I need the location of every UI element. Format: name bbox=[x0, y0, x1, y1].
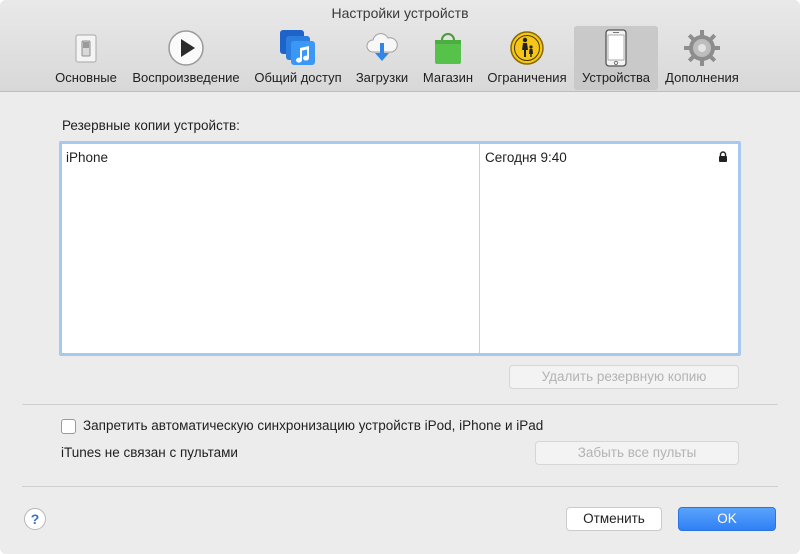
tab-devices[interactable]: Устройства bbox=[574, 26, 658, 90]
tab-label: Ограничения bbox=[487, 70, 567, 85]
tab-label: Воспроизведение bbox=[132, 70, 240, 85]
cloud-download-icon bbox=[362, 28, 402, 68]
backups-name-column bbox=[62, 144, 480, 353]
tab-advanced[interactable]: Дополнения bbox=[658, 26, 746, 90]
tab-label: Общий доступ bbox=[254, 70, 342, 85]
tab-downloads[interactable]: Загрузки bbox=[348, 26, 416, 90]
window-title: Настройки устройств bbox=[331, 5, 469, 21]
cancel-button[interactable]: Отменить bbox=[566, 507, 662, 531]
tab-label: Загрузки bbox=[355, 70, 409, 85]
backups-section-label: Резервные копии устройств: bbox=[62, 118, 240, 133]
tab-restrictions[interactable]: Ограничения bbox=[480, 26, 574, 90]
divider bbox=[22, 486, 778, 487]
backups-table[interactable]: iPhone Сегодня 9:40 bbox=[59, 141, 741, 356]
preferences-toolbar: Основные Воспроизведение Общий доступ За… bbox=[48, 26, 746, 90]
tab-label: Дополнения bbox=[665, 70, 739, 85]
tab-general[interactable]: Основные bbox=[48, 26, 124, 90]
forget-remotes-button[interactable]: Забыть все пульты bbox=[535, 441, 739, 465]
tab-playback[interactable]: Воспроизведение bbox=[124, 26, 248, 90]
help-button[interactable]: ? bbox=[24, 508, 46, 530]
remotes-status-label: iTunes не связан с пультами bbox=[61, 445, 238, 460]
play-icon bbox=[166, 28, 206, 68]
prevent-sync-label: Запретить автоматическую синхронизацию у… bbox=[83, 418, 544, 433]
prevent-sync-checkbox[interactable] bbox=[61, 419, 76, 434]
tab-sharing[interactable]: Общий доступ bbox=[248, 26, 348, 90]
bag-icon bbox=[428, 28, 468, 68]
divider bbox=[22, 404, 778, 405]
ok-button[interactable]: OK bbox=[678, 507, 776, 531]
backup-device-name: iPhone bbox=[66, 150, 109, 165]
switch-icon bbox=[66, 28, 106, 68]
backup-date: Сегодня 9:40 bbox=[485, 150, 567, 165]
lock-icon bbox=[718, 150, 728, 165]
tab-label: Основные bbox=[55, 70, 117, 85]
iphone-icon bbox=[596, 28, 636, 68]
parental-icon bbox=[507, 28, 547, 68]
tab-label: Магазин bbox=[422, 70, 474, 85]
gear-icon bbox=[682, 28, 722, 68]
music-share-icon bbox=[278, 28, 318, 68]
preferences-window: Настройки устройств Основные Воспроизвед… bbox=[0, 0, 800, 554]
tab-store[interactable]: Магазин bbox=[416, 26, 480, 90]
titlebar: Настройки устройств Основные Воспроизвед… bbox=[0, 0, 800, 92]
delete-backup-button[interactable]: Удалить резервную копию bbox=[509, 365, 739, 389]
tab-label: Устройства bbox=[581, 70, 650, 85]
